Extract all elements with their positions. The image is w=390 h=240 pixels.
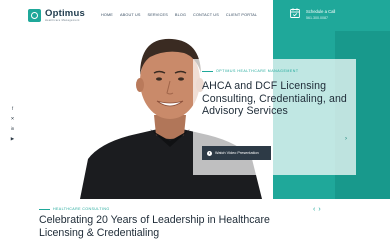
main-nav: HOME ABOUT US SERVICES BLOG CONTACT US C… (101, 13, 264, 17)
section-eyebrow: HEALTHCARE CONSULTING (39, 207, 110, 211)
nav-item-services[interactable]: SERVICES (148, 13, 168, 17)
nav-item-contact-us[interactable]: CONTACT US (193, 13, 219, 17)
brand-name: Optimus (45, 8, 85, 19)
logo-icon (28, 9, 41, 22)
social-links: f ✕ in ▶ (10, 106, 15, 146)
intro-section: HEALTHCARE CONSULTING Celebrating 20 Yea… (0, 199, 390, 240)
nav-item-about-us[interactable]: ABOUT US (120, 13, 141, 17)
eyebrow-line (202, 70, 213, 72)
hero-eyebrow-text: OPTIMUS HEALTHCARE MANAGEMENT (216, 69, 299, 73)
brand-tagline: Healthcare Management (45, 18, 80, 22)
youtube-icon[interactable]: ▶ (10, 136, 15, 141)
hero-next-arrow[interactable]: › (345, 136, 347, 142)
hero-title: AHCA and DCF Licensing Consulting, Crede… (202, 80, 347, 117)
chevron-left-icon[interactable]: ‹ (313, 206, 315, 213)
section-title: Celebrating 20 Years of Leadership in He… (39, 214, 270, 239)
schedule-title: Schedule a Call (306, 9, 336, 14)
play-icon (207, 150, 212, 156)
schedule-call-button[interactable]: Schedule a Call 561.300.0087 (273, 0, 390, 31)
carousel-controls: ‹ › (313, 206, 324, 213)
schedule-phone: 561.300.0087 (306, 16, 328, 20)
hero-eyebrow: OPTIMUS HEALTHCARE MANAGEMENT (202, 69, 299, 73)
eyebrow-line (39, 208, 50, 210)
watch-video-button[interactable]: Watch Video Presentation (202, 146, 271, 160)
nav-item-blog[interactable]: BLOG (175, 13, 186, 17)
site-header: Optimus Healthcare Management HOME ABOUT… (0, 0, 390, 31)
twitter-x-icon[interactable]: ✕ (10, 116, 15, 121)
hero-overlay-card: OPTIMUS HEALTHCARE MANAGEMENT AHCA and D… (193, 59, 356, 175)
chevron-right-icon[interactable]: › (318, 206, 320, 213)
section-eyebrow-text: HEALTHCARE CONSULTING (53, 207, 110, 211)
hero-slider: f ✕ in ▶ OPTIMUS HEALTHCARE MANAGEMENT A… (0, 31, 390, 199)
nav-item-home[interactable]: HOME (101, 13, 113, 17)
linkedin-icon[interactable]: in (10, 126, 15, 131)
brand-logo[interactable]: Optimus Healthcare Management (28, 9, 85, 22)
calendar-icon (290, 8, 300, 18)
facebook-icon[interactable]: f (10, 106, 15, 111)
watch-video-label: Watch Video Presentation (215, 151, 259, 155)
nav-item-client-portal[interactable]: CLIENT PORTAL (226, 13, 257, 17)
